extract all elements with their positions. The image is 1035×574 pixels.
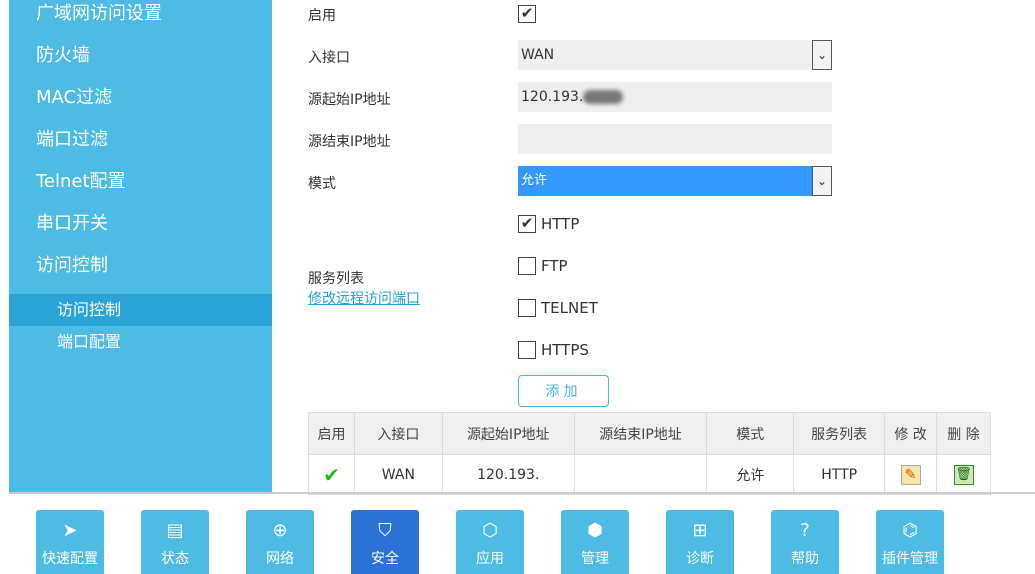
sidebar: 广域网访问设置 防火墙 MAC过滤 端口过滤 Telnet配置 串口开关 访问控… — [9, 0, 272, 493]
nav-label: 安全 — [371, 551, 399, 567]
nav-plugins[interactable]: ⌬ 插件管理 — [876, 510, 944, 574]
cell-end-ip — [573, 454, 708, 495]
mode-select[interactable]: 允许 ⌄ — [518, 166, 832, 196]
end-ip-label: 源结束IP地址 — [308, 134, 391, 150]
http-checkbox[interactable]: ✔ — [518, 215, 536, 233]
delete-icon[interactable]: 🗑 — [936, 454, 991, 495]
mode-value: 允许 — [521, 173, 548, 188]
modify-remote-port-link[interactable]: 修改远程访问端口 — [308, 288, 420, 308]
http-label: HTTP — [541, 215, 580, 233]
nav-help[interactable]: ? 帮助 — [771, 510, 839, 574]
start-ip-value: 120.193. — [521, 89, 584, 105]
enable-label: 启用 — [308, 8, 336, 24]
plugin-icon: ⌬ — [902, 520, 918, 541]
enable-checkbox[interactable]: ✔ — [518, 5, 536, 23]
edit-icon[interactable]: ✎ — [884, 454, 938, 495]
mode-label: 模式 — [308, 176, 336, 192]
col-mode: 模式 — [706, 412, 795, 455]
cell-start-ip: 120.193. — [441, 454, 575, 495]
nav-apps[interactable]: ⬡ 应用 — [456, 510, 524, 574]
sidebar-item-port-filter[interactable]: 端口过滤 — [9, 126, 272, 168]
shield-icon: ⛉ — [378, 520, 392, 541]
nav-label: 状态 — [161, 551, 189, 567]
hex-nut-icon: ⬢ — [587, 520, 603, 541]
nav-label: 网络 — [266, 551, 294, 567]
sidebar-item-serial[interactable]: 串口开关 — [9, 210, 272, 252]
clipboard-icon: ▤ — [166, 520, 184, 541]
https-label: HTTPS — [541, 341, 589, 359]
send-icon: ➤ — [62, 520, 78, 541]
sidebar-item-firewall[interactable]: 防火墙 — [9, 42, 272, 84]
col-start-ip: 源起始IP地址 — [441, 412, 575, 455]
telnet-checkbox[interactable] — [518, 299, 536, 317]
iface-label: 入接口 — [308, 50, 350, 66]
start-ip-label: 源起始IP地址 — [308, 92, 391, 108]
redaction — [583, 90, 624, 104]
nav-network[interactable]: ⊕ 网络 — [246, 510, 314, 574]
nav-label: 帮助 — [791, 551, 819, 567]
nav-label: 诊断 — [686, 551, 714, 567]
nav-security[interactable]: ⛉ 安全 — [351, 510, 419, 574]
sidebar-item-access-control[interactable]: 访问控制 — [9, 252, 272, 294]
iface-value: WAN — [521, 47, 555, 63]
nav-diagnostics[interactable]: ⊞ 诊断 — [666, 510, 734, 574]
cell-services: HTTP — [793, 454, 886, 495]
nav-label: 插件管理 — [882, 551, 938, 567]
nav-status[interactable]: ▤ 状态 — [141, 510, 209, 574]
col-edit: 修 改 — [884, 412, 938, 455]
cube-icon: ⬡ — [482, 520, 498, 541]
rules-table: 启用 入接口 源起始IP地址 源结束IP地址 模式 服务列表 修 改 删 除 ✔… — [308, 412, 991, 495]
col-enable: 启用 — [308, 412, 355, 455]
col-iface: 入接口 — [353, 412, 443, 455]
nav-management[interactable]: ⬢ 管理 — [561, 510, 629, 574]
table-row: ✔ WAN 120.193. 允许 HTTP ✎ 🗑 — [308, 454, 991, 495]
nav-label: 快速配置 — [42, 551, 98, 567]
sidebar-subitem-port-config[interactable]: 端口配置 — [9, 326, 272, 358]
ftp-label: FTP — [541, 257, 568, 275]
sidebar-item-mac-filter[interactable]: MAC过滤 — [9, 84, 272, 126]
divider — [9, 492, 1035, 494]
nav-label: 管理 — [581, 551, 609, 567]
globe-icon: ⊕ — [272, 520, 288, 541]
cell-mode: 允许 — [706, 454, 795, 495]
sidebar-item-telnet[interactable]: Telnet配置 — [9, 168, 272, 210]
end-ip-input[interactable] — [518, 124, 832, 154]
ftp-checkbox[interactable] — [518, 257, 536, 275]
chevron-down-icon[interactable]: ⌄ — [812, 40, 832, 70]
col-services: 服务列表 — [793, 412, 886, 455]
enabled-check-icon: ✔ — [308, 454, 355, 495]
chevron-down-icon[interactable]: ⌄ — [812, 166, 832, 196]
start-ip-input[interactable]: 120.193. — [518, 82, 832, 112]
sidebar-item-wan-access[interactable]: 广域网访问设置 — [9, 0, 272, 42]
add-button[interactable]: 添加 — [518, 375, 609, 407]
iface-select[interactable]: WAN ⌄ — [518, 40, 832, 70]
main-form: 启用 ✔ 入接口 WAN ⌄ 源起始IP地址 120.193. 源结束IP地址 模… — [308, 0, 998, 495]
nav-label: 应用 — [476, 551, 504, 567]
col-end-ip: 源结束IP地址 — [573, 412, 708, 455]
cell-iface: WAN — [353, 454, 443, 495]
nav-quick-setup[interactable]: ➤ 快速配置 — [36, 510, 104, 574]
help-icon: ? — [800, 520, 810, 541]
telnet-label: TELNET — [541, 299, 598, 317]
https-checkbox[interactable] — [518, 341, 536, 359]
sidebar-subitem-access-control[interactable]: 访问控制 — [9, 294, 272, 326]
services-label: 服务列表 — [308, 271, 364, 287]
medkit-icon: ⊞ — [692, 520, 708, 541]
col-delete: 删 除 — [936, 412, 991, 455]
